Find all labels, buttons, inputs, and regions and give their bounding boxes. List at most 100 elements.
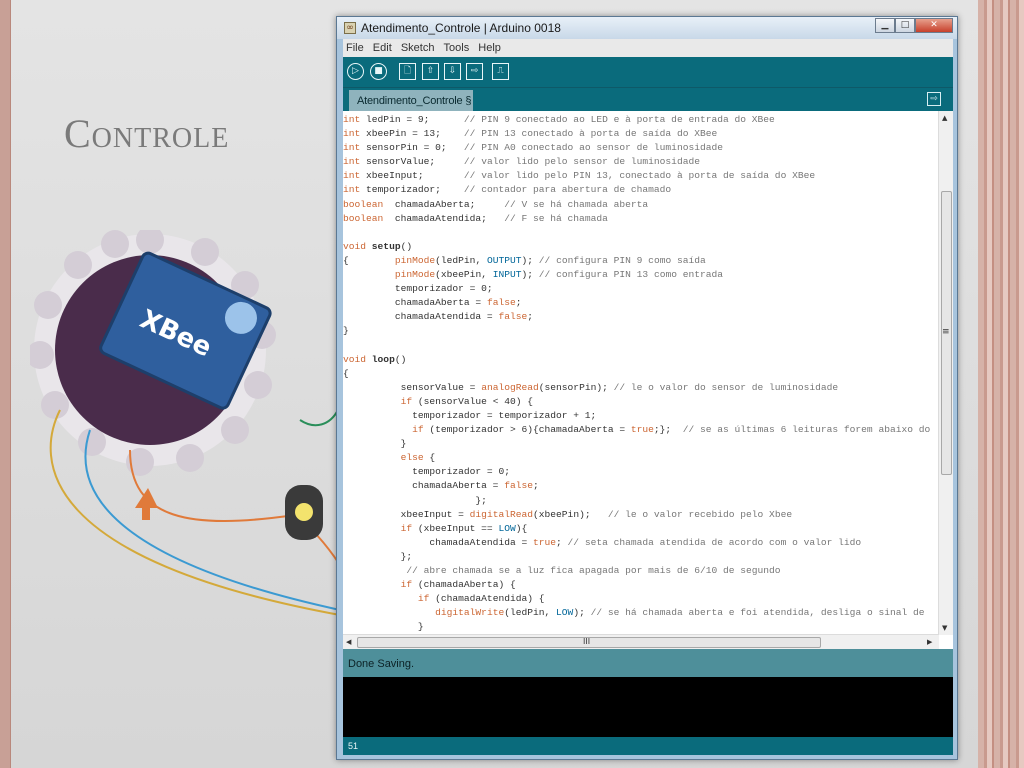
code-token: } bbox=[343, 621, 424, 633]
code-line[interactable]: digitalWrite(ledPin, LOW); // se há cham… bbox=[343, 606, 938, 620]
code-line[interactable]: else { bbox=[343, 451, 938, 465]
code-line[interactable]: int temporizador; // contador para abert… bbox=[343, 183, 938, 197]
code-token: (xbeePin); bbox=[533, 508, 608, 520]
serial-monitor-icon[interactable]: ⎍ bbox=[492, 63, 509, 80]
maximize-button[interactable]: □ bbox=[895, 18, 915, 33]
code-line[interactable]: if (sensorValue < 40) { bbox=[343, 395, 938, 409]
new-icon[interactable]: 🗋 bbox=[399, 63, 416, 80]
code-line[interactable]: int ledPin = 9; // PIN 9 conectado ao LE… bbox=[343, 113, 938, 127]
tab-bar: Atendimento_Controle § ⇨ bbox=[343, 87, 953, 112]
minimize-button[interactable]: ▁ bbox=[875, 18, 895, 33]
code-editor[interactable]: int ledPin = 9; // PIN 9 conectado ao LE… bbox=[343, 111, 953, 649]
code-token: { bbox=[423, 452, 436, 464]
menu-edit[interactable]: Edit bbox=[370, 39, 395, 54]
code-token: // F se há chamada bbox=[504, 212, 608, 224]
code-line[interactable]: chamadaAberta = false; bbox=[343, 296, 938, 310]
code-line[interactable]: boolean chamadaAtendida; // F se há cham… bbox=[343, 212, 938, 226]
code-text[interactable]: int ledPin = 9; // PIN 9 conectado ao LE… bbox=[343, 113, 938, 634]
code-line[interactable]: if (xbeeInput == LOW){ bbox=[343, 522, 938, 536]
stop-icon[interactable]: ■ bbox=[370, 63, 387, 80]
code-line[interactable]: if (chamadaAtendida) { bbox=[343, 592, 938, 606]
code-line[interactable]: void loop() bbox=[343, 353, 938, 367]
scroll-right-arrow-icon[interactable]: ▶ bbox=[927, 638, 932, 646]
code-line[interactable]: int sensorPin = 0; // PIN A0 conectado a… bbox=[343, 141, 938, 155]
code-token: // V se há chamada aberta bbox=[504, 198, 649, 210]
code-token: digitalWrite bbox=[435, 607, 505, 619]
code-line[interactable]: if (chamadaAberta) { bbox=[343, 578, 938, 592]
code-line[interactable]: chamadaAtendida = true; // seta chamada … bbox=[343, 536, 938, 550]
code-token: { bbox=[343, 367, 349, 379]
code-token: chamadaAtendida = bbox=[343, 311, 499, 323]
code-token: ;}; bbox=[653, 424, 683, 436]
menu-sketch[interactable]: Sketch bbox=[398, 39, 438, 54]
code-line[interactable]: }; bbox=[343, 494, 938, 508]
code-token: ledPin = 9; bbox=[360, 114, 464, 125]
code-line[interactable]: boolean chamadaAberta; // V se há chamad… bbox=[343, 198, 938, 212]
title-bar[interactable]: ∞ Atendimento_Controle | Arduino 0018 ▁ … bbox=[337, 17, 957, 39]
menu-help[interactable]: Help bbox=[475, 39, 504, 54]
tab-atendimento-controle[interactable]: Atendimento_Controle § bbox=[349, 90, 473, 112]
code-line[interactable]: xbeeInput = digitalRead(xbeePin); // le … bbox=[343, 508, 938, 522]
code-token: xbeeInput = bbox=[343, 508, 470, 520]
code-line[interactable]: } bbox=[343, 620, 938, 634]
code-line[interactable]: } bbox=[343, 437, 938, 451]
code-line[interactable]: chamadaAtendida = false; bbox=[343, 310, 938, 324]
menu-tools[interactable]: Tools bbox=[441, 39, 473, 54]
save-icon[interactable]: ⇩ bbox=[444, 63, 461, 80]
code-token: (ledPin, bbox=[504, 607, 557, 619]
code-line[interactable]: chamadaAberta = false; bbox=[343, 479, 938, 493]
code-token: if bbox=[412, 424, 424, 436]
line-number: 51 bbox=[343, 737, 953, 755]
code-line[interactable]: int xbeePin = 13; // PIN 13 conectado à … bbox=[343, 127, 938, 141]
code-line[interactable]: { pinMode(ledPin, OUTPUT); // configura … bbox=[343, 254, 938, 268]
close-button[interactable]: ✕ bbox=[915, 18, 953, 33]
code-token: // valor lido pelo sensor de luminosidad… bbox=[463, 156, 700, 168]
code-line[interactable]: int sensorValue; // valor lido pelo sens… bbox=[343, 155, 938, 169]
code-line[interactable]: int xbeeInput; // valor lido pelo PIN 13… bbox=[343, 169, 938, 183]
scroll-down-arrow-icon[interactable]: ▼ bbox=[942, 624, 947, 632]
menu-file[interactable]: File bbox=[343, 39, 367, 54]
code-line[interactable] bbox=[343, 339, 938, 353]
code-token: (xbeeInput == bbox=[412, 522, 499, 534]
code-token: else bbox=[400, 452, 424, 464]
vertical-scrollbar[interactable]: ▲ ≡ ▼ bbox=[938, 111, 953, 635]
code-line[interactable]: { bbox=[343, 367, 938, 381]
window-title: Atendimento_Controle | Arduino 0018 bbox=[361, 21, 561, 35]
code-token: temporizador = 0; bbox=[343, 283, 493, 295]
code-token: int bbox=[343, 170, 361, 182]
code-line[interactable]: pinMode(xbeePin, INPUT); // configura PI… bbox=[343, 268, 938, 282]
code-token: ; bbox=[533, 480, 539, 492]
code-token: boolean bbox=[343, 198, 384, 210]
tab-menu-icon[interactable]: ⇨ bbox=[927, 92, 941, 106]
code-line[interactable] bbox=[343, 226, 938, 240]
code-line[interactable]: temporizador = temporizador + 1; bbox=[343, 409, 938, 423]
slide-right-border bbox=[978, 0, 1024, 768]
code-line[interactable]: // abre chamada se a luz fica apagada po… bbox=[343, 564, 938, 578]
code-line[interactable]: }; bbox=[343, 550, 938, 564]
code-line[interactable]: } bbox=[343, 324, 938, 338]
code-token: sensorValue; bbox=[360, 156, 464, 168]
code-token: INPUT bbox=[492, 269, 522, 281]
code-token: chamadaAberta = bbox=[343, 480, 505, 492]
horizontal-scrollbar[interactable]: ◀ III ▶ bbox=[343, 634, 939, 649]
scroll-left-arrow-icon[interactable]: ◀ bbox=[346, 638, 351, 646]
code-token: LOW bbox=[556, 607, 574, 619]
open-icon[interactable]: ⇧ bbox=[422, 63, 439, 80]
code-line[interactable]: temporizador = 0; bbox=[343, 282, 938, 296]
code-token: // configura PIN 9 como saída bbox=[538, 254, 706, 266]
code-line[interactable]: sensorValue = analogRead(sensorPin); // … bbox=[343, 381, 938, 395]
code-token: (temporizador > 6){chamadaAberta = bbox=[423, 424, 631, 436]
code-line[interactable]: if (temporizador > 6){chamadaAberta = tr… bbox=[343, 423, 938, 437]
code-token: // contador para abertura de chamado bbox=[463, 184, 672, 196]
code-line[interactable]: void setup() bbox=[343, 240, 938, 254]
code-token: false bbox=[498, 311, 528, 323]
verify-icon[interactable]: ▷ bbox=[347, 63, 364, 80]
code-line[interactable]: temporizador = 0; bbox=[343, 465, 938, 479]
code-token: if bbox=[400, 579, 413, 591]
code-token: // se as últimas 6 leituras forem abaixo… bbox=[682, 424, 931, 436]
code-token: temporizador = 0; bbox=[343, 466, 510, 478]
console-output[interactable] bbox=[343, 677, 953, 737]
scroll-up-arrow-icon[interactable]: ▲ bbox=[942, 114, 947, 122]
upload-icon[interactable]: ⇨ bbox=[466, 63, 483, 80]
